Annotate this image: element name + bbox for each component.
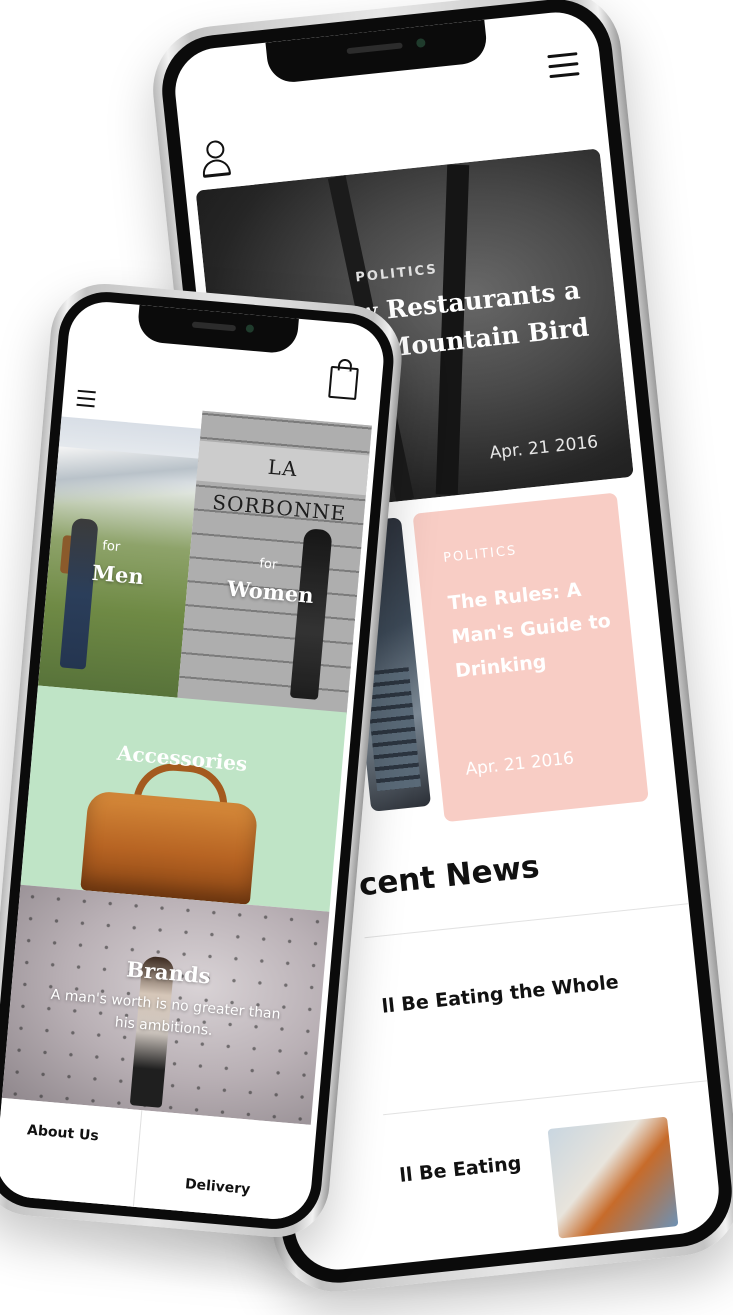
article-title[interactable]: The Rules: A Man's Guide to Drinking — [446, 570, 616, 688]
section-heading: cent News — [357, 848, 542, 904]
tile-prefix: for — [258, 556, 278, 573]
article-card[interactable]: POLITICS The Rules: A Man's Guide to Dri… — [412, 492, 649, 823]
hamburger-menu-icon[interactable] — [547, 52, 580, 85]
mountain-image — [53, 446, 199, 519]
shopping-bag-icon[interactable] — [328, 365, 359, 401]
speaker-grille — [191, 321, 237, 332]
article-date: Apr. 21 2016 — [464, 748, 575, 780]
category-tile-men[interactable]: for Men — [37, 416, 201, 698]
news-item-title[interactable]: ll Be Eating the Whole — [381, 971, 620, 1018]
tile-prefix: for — [101, 538, 121, 556]
divider — [132, 1110, 143, 1210]
divider — [364, 903, 689, 939]
tile-title: Men — [90, 559, 145, 590]
delivery-link[interactable]: Delivery — [184, 1176, 251, 1198]
hamburger-menu-icon[interactable] — [76, 389, 96, 412]
news-thumbnail[interactable] — [547, 1116, 679, 1239]
leather-bag-image — [80, 790, 259, 905]
article-date: Apr. 21 2016 — [488, 432, 600, 464]
category-tile-women[interactable]: LA SORBONNE for Women — [177, 410, 372, 715]
about-us-link[interactable]: About Us — [26, 1122, 99, 1144]
news-item-title[interactable]: ll Be Eating — [399, 1152, 523, 1187]
article-category: POLITICS — [442, 543, 518, 566]
speaker-grille — [346, 42, 403, 55]
divider — [383, 1080, 708, 1116]
front-camera — [245, 324, 255, 333]
front-camera — [415, 38, 426, 48]
user-icon[interactable] — [199, 139, 233, 178]
category-tile-brands[interactable]: Brands A man's worth is no greater than … — [1, 884, 330, 1125]
category-tile-accessories[interactable]: Accessories — [20, 685, 347, 912]
article-category: POLITICS — [354, 261, 439, 286]
